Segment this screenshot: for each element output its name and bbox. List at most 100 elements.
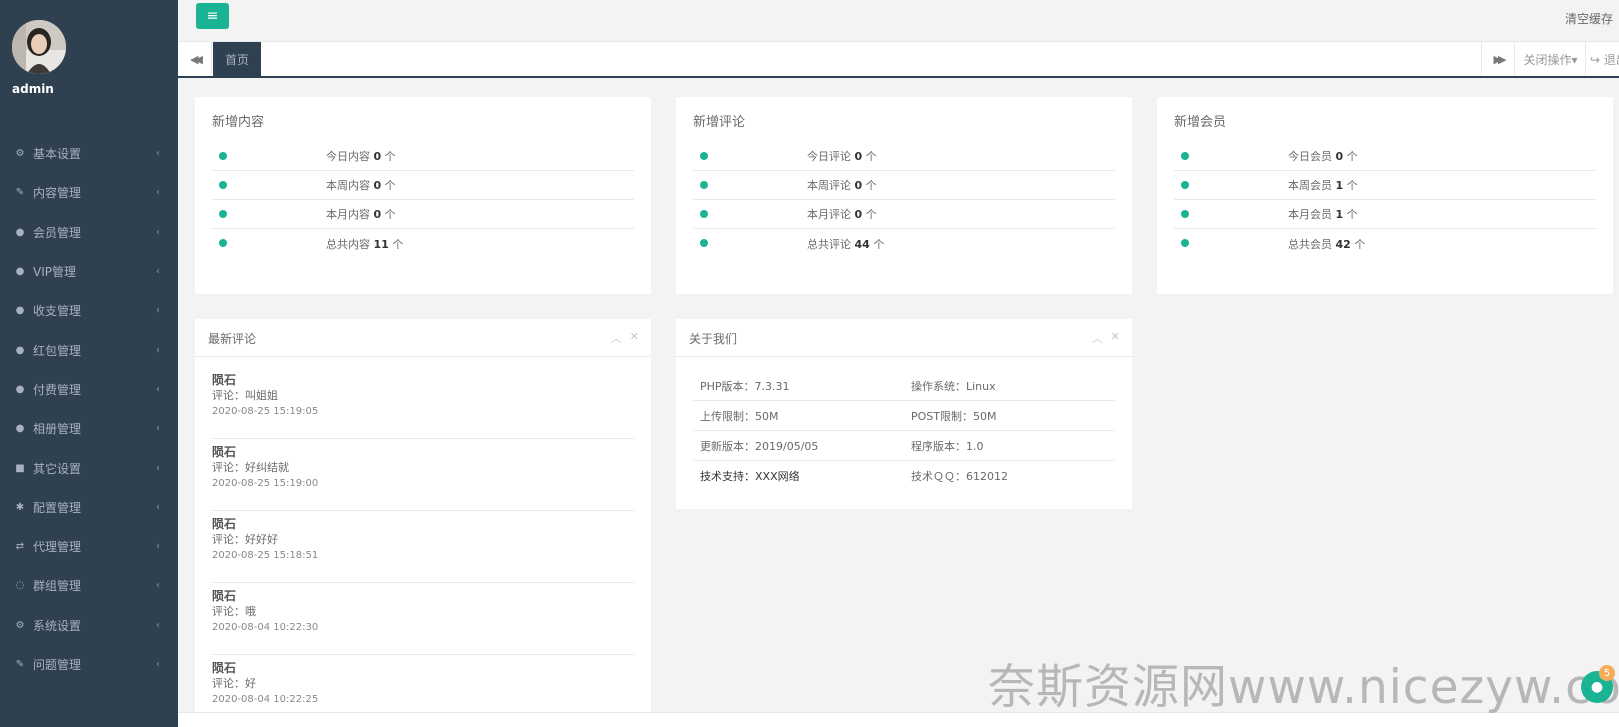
sidebar-item-12[interactable]: ⚙ 系统设置 ‹	[0, 606, 178, 645]
sidebar-item-10[interactable]: ⇄ 代理管理 ‹	[0, 527, 178, 566]
sidebar-item-2[interactable]: ● 会员管理 ‹	[0, 213, 178, 252]
comment-text: 评论：叫姐姐	[212, 389, 278, 402]
panel-header: 最新评论 ︿ ✕	[195, 319, 651, 357]
stat-value: 44	[854, 237, 870, 251]
sidebar-item-3[interactable]: ● VIP管理 ‹	[0, 252, 178, 291]
cogs-icon: ⚙	[15, 619, 25, 631]
stat-text: 本周会员 1 个	[1288, 177, 1358, 193]
stat-value: 1	[1335, 179, 1344, 192]
sidebar-item-label: VIP管理	[33, 265, 76, 280]
comment-text: 评论：好	[212, 677, 256, 690]
stat-unit: 个	[384, 208, 396, 221]
stat-row: 本周会员 1 个	[1174, 171, 1596, 200]
sidebar-item-9[interactable]: ✱ 配置管理 ‹	[0, 488, 178, 527]
comment-item[interactable]: 陨石 评论：好 2020-08-04 10:22:25	[212, 655, 635, 712]
stat-text: 总共会员 42 个	[1288, 236, 1365, 252]
sidebar-item-13[interactable]: ✎ 问题管理 ‹	[0, 645, 178, 684]
chevron-left-icon: ‹	[156, 344, 160, 356]
stat-row: 今日评论 0 个	[693, 142, 1115, 171]
stat-unit: 个	[392, 237, 404, 251]
comment-item[interactable]: 陨石 评论：好好好 2020-08-25 15:18:51	[212, 511, 635, 583]
stat-unit: 个	[1346, 208, 1358, 221]
comment-date: 2020-08-04 10:22:30	[212, 622, 319, 633]
stat-panel-members: 新增会员 今日会员 0 个本周会员 1 个本月会员 1 个总共会员 42 个	[1157, 97, 1613, 294]
sidebar-item-label: 代理管理	[33, 540, 82, 555]
about-us-panel: 关于我们 ︿ ✕ PHP版本：7.3.31 操作系统：Linux 上传限制：50M P…	[676, 319, 1132, 509]
stat-panel-comments: 新增评论 今日评论 0 个本周评论 0 个本月评论 0 个总共评论 44 个	[676, 97, 1132, 294]
status-dot-icon	[1181, 239, 1189, 247]
comment-list: 陨石 评论：叫姐姐 2020-08-25 15:19:05 陨石 评论：好纠结就 2020…	[212, 367, 635, 712]
comment-item[interactable]: 陨石 评论：哦 2020-08-04 10:22:30	[212, 583, 635, 655]
chevron-left-icon: ‹	[156, 383, 160, 395]
avatar[interactable]	[12, 20, 66, 74]
stat-value: 0	[854, 179, 863, 192]
sidebar-item-11[interactable]: ◌ 群组管理 ‹	[0, 566, 178, 605]
tab-scroll-right-button[interactable]: ▶▶	[1481, 42, 1515, 76]
stat-text: 今日评论 0 个	[807, 148, 877, 164]
panel-title: 新增会员	[1174, 115, 1227, 130]
panel-title: 关于我们	[689, 332, 738, 346]
notification-badge: 5	[1599, 665, 1615, 681]
sidebar-item-label: 红包管理	[33, 343, 82, 358]
stat-unit: 个	[1346, 150, 1358, 163]
chevron-left-icon: ‹	[156, 580, 160, 592]
stat-unit: 个	[384, 179, 396, 192]
sidebar-item-label: 配置管理	[33, 500, 82, 515]
comment-item[interactable]: 陨石 评论：好纠结就 2020-08-25 15:19:00	[212, 439, 635, 511]
stat-text: 本周评论 0 个	[807, 177, 877, 193]
logout-button[interactable]: ↪ 退出	[1590, 42, 1619, 76]
stat-row: 本月评论 0 个	[693, 200, 1115, 229]
close-operations-dropdown[interactable]: 关闭操作▾	[1516, 42, 1586, 76]
sidebar-item-7[interactable]: ● 相册管理 ‹	[0, 409, 178, 448]
stat-text: 本周内容 0 个	[326, 177, 396, 193]
sidebar-item-label: 内容管理	[33, 186, 82, 201]
stat-row: 本月会员 1 个	[1174, 200, 1596, 229]
gear-icon: ⚙	[15, 148, 25, 160]
stat-label: 总共会员	[1288, 237, 1332, 251]
sidebar-item-4[interactable]: ● 收支管理 ‹	[0, 291, 178, 330]
tab-home[interactable]: 首页	[213, 42, 261, 76]
stat-value: 11	[373, 237, 389, 251]
tab-scroll-left-button[interactable]: ◀◀	[178, 42, 212, 76]
clear-cache-link[interactable]: 清空缓存	[1565, 10, 1613, 27]
panel-title: 最新评论	[208, 332, 257, 346]
status-dot-icon	[700, 181, 708, 189]
sidebar-item-label: 会员管理	[33, 225, 82, 240]
comment-item[interactable]: 陨石 评论：叫姐姐 2020-08-25 15:19:05	[212, 367, 635, 439]
collapse-icon[interactable]: ︿	[1092, 330, 1103, 346]
chevron-left-icon: ‹	[156, 148, 160, 160]
status-dot-icon	[700, 152, 708, 160]
stat-value: 42	[1335, 237, 1351, 251]
edit-icon: ✎	[15, 659, 25, 670]
stat-label: 今日内容	[326, 150, 370, 163]
info-cell-left: 更新版本：2019/05/05	[700, 439, 819, 453]
stat-label: 本周会员	[1288, 179, 1332, 192]
info-cell-right: 操作系统：Linux	[911, 379, 996, 393]
sidebar-item-5[interactable]: ● 红包管理 ‹	[0, 330, 178, 369]
status-dot-icon	[219, 239, 227, 247]
menu-toggle-button[interactable]: ≡	[196, 3, 229, 29]
close-icon[interactable]: ✕	[630, 330, 639, 346]
sidebar: admin ⚙ 基本设置 ‹ ✎ 内容管理 ‹ ● 会员管理 ‹ ● VIP管理 ‹ ● 收支管理 ‹ ● 红包…	[0, 0, 178, 727]
status-dot-icon	[1181, 152, 1189, 160]
info-row: 上传限制：50M POST限制：50M	[693, 401, 1115, 431]
exchange-icon: ⇄	[15, 541, 25, 553]
sidebar-item-1[interactable]: ✎ 内容管理 ‹	[0, 173, 178, 212]
status-dot-icon	[700, 239, 708, 247]
collapse-icon[interactable]: ︿	[611, 330, 622, 346]
sidebar-item-6[interactable]: ● 付费管理 ‹	[0, 370, 178, 409]
sidebar-item-label: 群组管理	[33, 579, 82, 594]
stat-value: 0	[1335, 150, 1344, 163]
status-dot-icon	[219, 210, 227, 218]
comment-icon: ◌	[15, 580, 25, 592]
close-icon[interactable]: ✕	[1111, 330, 1120, 346]
info-cell-right: POST限制：50M	[911, 409, 997, 423]
sidebar-item-0[interactable]: ⚙ 基本设置 ‹	[0, 134, 178, 173]
stat-value: 0	[373, 150, 382, 163]
edit-icon: ✎	[15, 187, 25, 199]
stat-list: 今日评论 0 个本周评论 0 个本月评论 0 个总共评论 44 个	[693, 142, 1115, 258]
tab-bar: ◀◀ 首页 ▶▶ 关闭操作▾ ↪ 退出	[178, 42, 1619, 78]
stat-row: 本月内容 0 个	[212, 200, 634, 229]
sidebar-item-8[interactable]: ■ 其它设置 ‹	[0, 448, 178, 487]
chat-icon: ●	[1590, 679, 1604, 695]
